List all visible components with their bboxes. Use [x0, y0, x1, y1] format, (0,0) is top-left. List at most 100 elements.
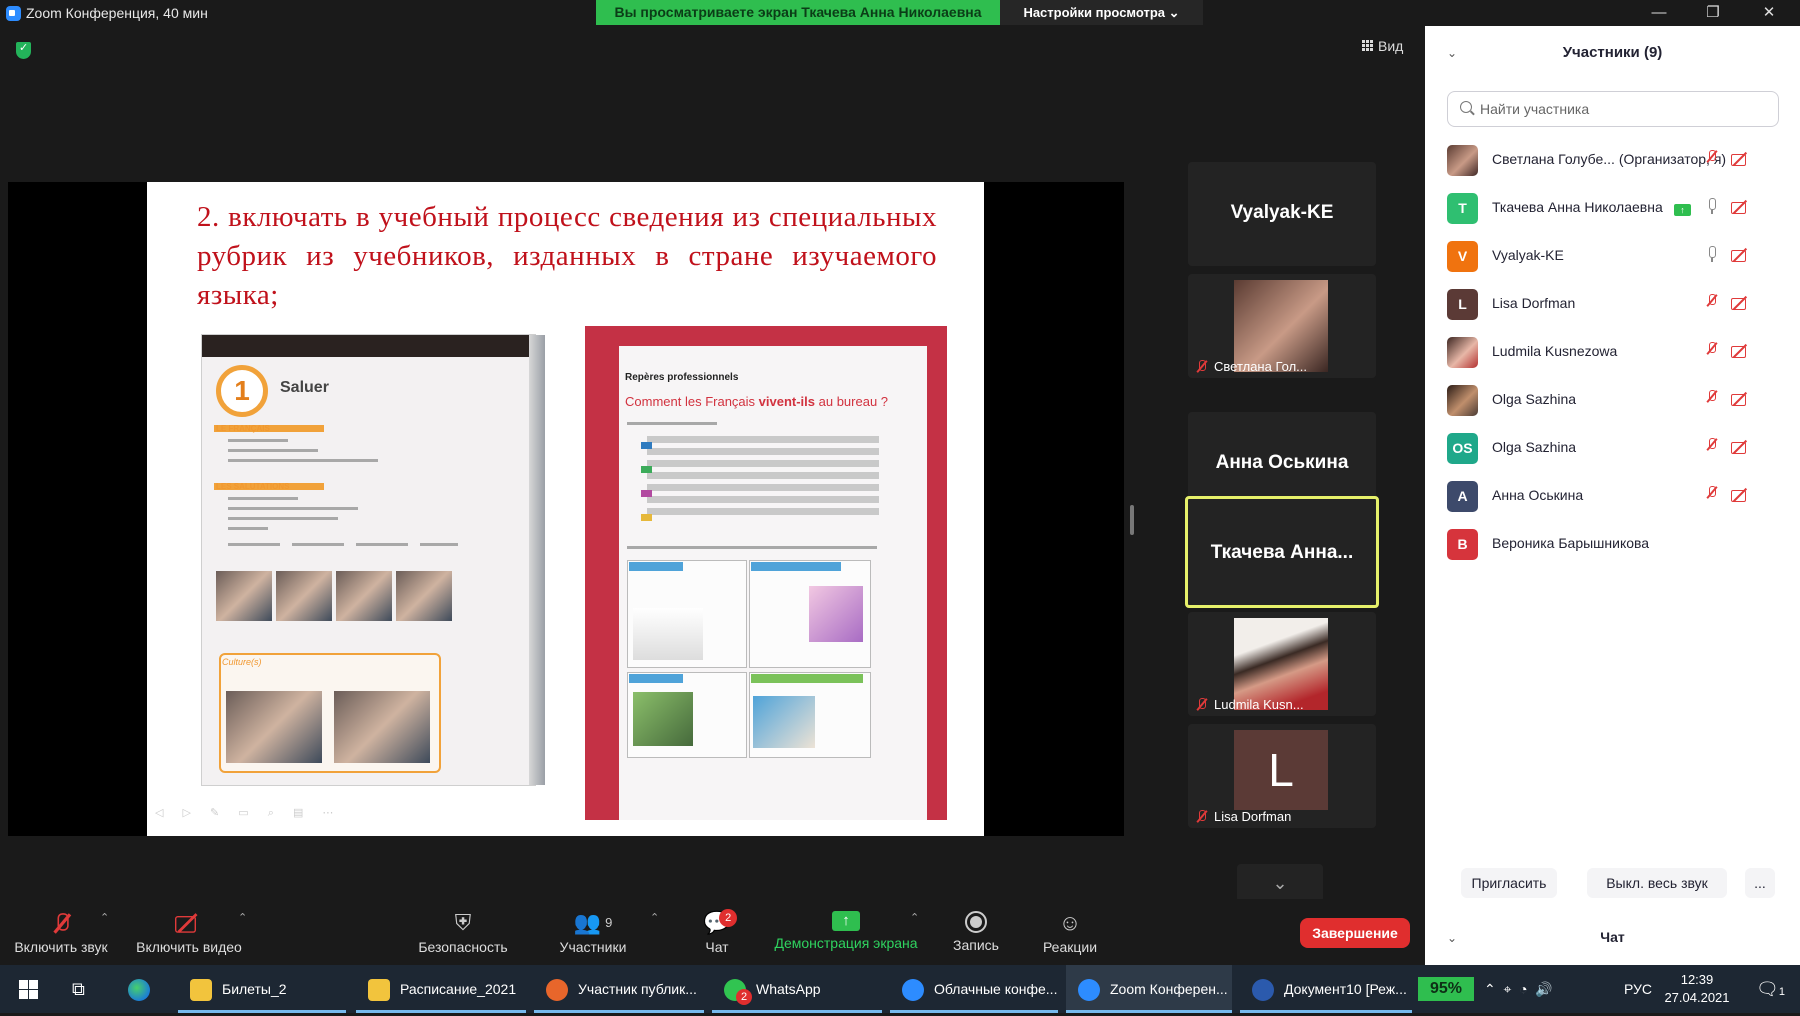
muted-mic-icon[interactable]	[1706, 294, 1724, 312]
search-icon	[1460, 101, 1472, 113]
input-language[interactable]: РУС	[1624, 965, 1652, 1013]
zoom-logo-icon	[6, 6, 21, 21]
taskbar-app-2[interactable]: Участник публик...	[534, 965, 704, 1013]
video-tile[interactable]: Ludmila Kusn...	[1188, 612, 1376, 716]
grid-icon	[1362, 40, 1373, 51]
video-off-icon[interactable]	[1731, 296, 1749, 314]
participants-options-caret[interactable]: ⌃	[650, 911, 659, 924]
muted-mic-icon[interactable]	[1706, 342, 1724, 360]
video-tile-active-speaker[interactable]: Ткачева Анна...	[1185, 496, 1379, 608]
muted-mic-icon[interactable]	[1706, 390, 1724, 408]
taskbar-app-4[interactable]: Облачные конфе...	[890, 965, 1058, 1013]
mic-icon[interactable]	[1706, 198, 1724, 216]
window-title: Zoom Конференция, 40 мин	[26, 5, 208, 21]
share-screen-icon: ↑	[832, 911, 860, 931]
unmute-button[interactable]: Включить звук	[8, 899, 114, 965]
meeting-stage: Вид 2. включать в учебный процесс сведен…	[0, 26, 1425, 902]
view-button[interactable]: Вид	[1362, 38, 1403, 54]
security-button[interactable]: ⛨ Безопасность	[412, 899, 514, 965]
participant-name: Olga Sazhina	[1492, 439, 1577, 455]
participant-avatar: L	[1447, 289, 1478, 320]
share-options-caret[interactable]: ⌃	[910, 911, 919, 924]
end-meeting-button[interactable]: Завершение	[1300, 918, 1410, 948]
share-screen-button[interactable]: ↑ Демонстрация экрана	[770, 899, 922, 965]
participant-avatar: OS	[1447, 433, 1478, 464]
invite-button[interactable]: Пригласить	[1461, 868, 1557, 898]
task-view-icon[interactable]: ⧉	[72, 965, 85, 1013]
muted-mic-icon[interactable]	[1706, 438, 1724, 456]
participant-row[interactable]: L Lisa Dorfman	[1425, 280, 1800, 328]
restore-button[interactable]: ❐	[1690, 3, 1736, 23]
splitter-handle[interactable]	[1130, 505, 1134, 535]
muted-mic-icon	[1196, 698, 1207, 711]
windows-start-icon[interactable]	[19, 980, 38, 999]
video-off-icon[interactable]	[1731, 200, 1749, 218]
chat-button[interactable]: 💬 2 Чат	[690, 899, 744, 965]
slide-navigation-toolbar[interactable]: ◁ ▷ ✎ ▭ ⌕ ▤ ⋯	[155, 806, 341, 820]
folder-icon	[368, 979, 390, 1002]
participant-row[interactable]: V Vyalyak-KE	[1425, 232, 1800, 280]
participant-name: Vyalyak-KE	[1492, 247, 1564, 263]
folder-icon	[190, 979, 212, 1002]
tile-participant-name: Vyalyak-KE	[1230, 202, 1334, 223]
taskbar-app-6[interactable]: Документ10 [Реж...	[1240, 965, 1412, 1013]
mute-all-button[interactable]: Выкл. весь звук	[1587, 868, 1727, 898]
taskbar-app-0[interactable]: Билеты_2	[178, 965, 346, 1013]
participant-row[interactable]: OS Olga Sazhina	[1425, 424, 1800, 472]
record-button[interactable]: Запись	[944, 899, 1008, 965]
participant-name: Вероника Барышникова	[1492, 535, 1650, 551]
photo-thumbnail	[336, 571, 392, 621]
section-label: LE FRANÇAIS	[216, 424, 270, 433]
taskbar-app-1[interactable]: Расписание_2021	[356, 965, 526, 1013]
video-tile[interactable]: Vyalyak-KE	[1188, 162, 1376, 266]
taskbar-app-3[interactable]: WhatsApp 2	[712, 965, 882, 1013]
participant-row[interactable]: Olga Sazhina	[1425, 376, 1800, 424]
more-options-button[interactable]: ...	[1745, 868, 1775, 898]
taskbar-app-5[interactable]: Zoom Конферен...	[1066, 965, 1232, 1013]
participant-row[interactable]: A Анна Оськина	[1425, 472, 1800, 520]
video-off-icon[interactable]	[1731, 344, 1749, 362]
participant-name: Анна Оськина	[1492, 487, 1584, 503]
reactions-button[interactable]: ☺ Реакции	[1036, 899, 1104, 965]
audio-options-caret[interactable]: ⌃	[100, 911, 109, 924]
participant-search[interactable]	[1447, 91, 1779, 127]
battery-indicator[interactable]: 95%	[1418, 977, 1474, 1001]
participant-row[interactable]: Светлана Голубе... (Организатор, я)	[1425, 136, 1800, 184]
video-tile[interactable]: L Lisa Dorfman	[1188, 724, 1376, 828]
tile-participant-name: Анна Оськина	[1215, 452, 1349, 473]
participants-panel: ⌄ Участники (9) Светлана Голубе... (Орга…	[1425, 26, 1800, 965]
unit-number: 1	[216, 365, 268, 417]
system-clock[interactable]: 12:39 27.04.2021	[1660, 971, 1734, 1007]
video-off-icon[interactable]	[1731, 488, 1749, 506]
participant-avatar	[1447, 385, 1478, 416]
muted-mic-icon[interactable]	[1706, 150, 1724, 168]
participant-row[interactable]: B Вероника Барышникова	[1425, 520, 1800, 568]
tile-participant-label: Светлана Гол...	[1214, 359, 1307, 374]
participant-avatar: T	[1447, 193, 1478, 224]
photo-thumbnail	[226, 691, 322, 763]
video-options-caret[interactable]: ⌃	[238, 911, 247, 924]
muted-mic-icon[interactable]	[1706, 486, 1724, 504]
page-headline: Comment les Français vivent-ils au burea…	[625, 394, 889, 409]
video-off-icon[interactable]	[1731, 248, 1749, 266]
video-off-icon[interactable]	[1731, 392, 1749, 410]
participant-search-input[interactable]	[1480, 99, 1770, 119]
video-tile[interactable]: Светлана Гол...	[1188, 274, 1376, 378]
close-button[interactable]: ✕	[1746, 3, 1792, 23]
notification-center-icon[interactable]: 🗨1	[1756, 965, 1785, 1013]
video-off-icon[interactable]	[1731, 152, 1749, 170]
participants-button[interactable]: 👥 9 Участники	[552, 899, 634, 965]
start-video-button[interactable]: Включить видео	[130, 899, 248, 965]
participant-row[interactable]: T Ткачева Анна Николаевна ↑	[1425, 184, 1800, 232]
video-off-icon[interactable]	[1731, 440, 1749, 458]
shared-screen[interactable]: 2. включать в учебный процесс сведения и…	[8, 182, 1124, 836]
view-settings-dropdown[interactable]: Настройки просмотра ⌄	[1000, 0, 1203, 25]
edge-browser-icon[interactable]	[128, 965, 150, 1013]
participant-row[interactable]: Ludmila Kusnezowa	[1425, 328, 1800, 376]
culture-label: Culture(s)	[222, 657, 262, 667]
mic-icon[interactable]	[1706, 246, 1724, 264]
minimize-button[interactable]: —	[1636, 3, 1682, 23]
participant-initial: L	[1234, 730, 1328, 810]
tray-system-icons[interactable]: ⌃ ⌖ ◔ 🔊	[1484, 965, 1553, 1013]
gallery-scroll-down-button[interactable]: ⌄	[1237, 864, 1323, 902]
